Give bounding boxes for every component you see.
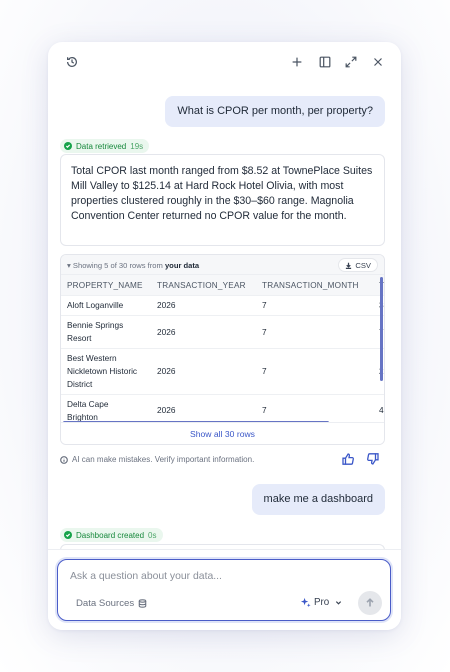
table-row: Aloft Loganville 2026 7 3	[61, 296, 384, 316]
table-cell: 7	[262, 327, 267, 337]
table-vertical-scrollbar[interactable]	[380, 277, 383, 381]
column-header[interactable]: TRANSACTION_MONTH	[262, 279, 359, 292]
table-header-row: PROPERTY_NAME TRANSACTION_YEAR TRANSACTI…	[61, 275, 384, 296]
table-cell: 2026	[157, 300, 176, 310]
table-cell: 7	[262, 405, 267, 415]
disclaimer-text: AI can make mistakes. Verify important i…	[72, 455, 255, 464]
status-label: Dashboard created	[76, 530, 145, 540]
arrow-up-icon	[365, 598, 375, 608]
chat-composer: Data Sources Pro	[57, 559, 391, 621]
close-icon[interactable]	[370, 54, 386, 70]
table-cell: 7	[262, 300, 267, 310]
results-table[interactable]: PROPERTY_NAME TRANSACTION_YEAR TRANSACTI…	[61, 275, 384, 424]
mode-label: Pro	[314, 597, 330, 608]
column-header[interactable]: TRANSACTION_YEAR	[157, 279, 246, 292]
table-cell: 7	[262, 366, 267, 376]
send-button[interactable]	[358, 591, 382, 615]
sparkle-icon	[300, 597, 311, 608]
table-caption[interactable]: ▾ Showing 5 of 30 rows from your data	[67, 261, 199, 270]
mode-select[interactable]: Pro	[300, 597, 342, 608]
table-cell: 2026	[157, 327, 176, 337]
check-icon	[64, 142, 72, 150]
table-cell: Aloft Loganville	[67, 300, 124, 310]
chevron-down-icon	[335, 599, 342, 606]
data-sources-button[interactable]: Data Sources	[76, 598, 147, 609]
status-badge: Data retrieved 19s	[60, 139, 150, 153]
check-icon	[64, 531, 72, 539]
expand-icon[interactable]	[343, 54, 359, 70]
status-badge: Dashboard created 0s	[60, 528, 163, 542]
sidebar-panel-icon[interactable]	[317, 54, 333, 70]
status-time: 0s	[148, 530, 157, 540]
download-csv-button[interactable]: CSV	[338, 258, 378, 272]
chat-panel: What is CPOR per month, per property? Da…	[48, 42, 401, 630]
table-cell: 2026	[157, 366, 176, 376]
chat-input[interactable]	[70, 568, 350, 584]
table-row: Best Western Nickletown Historic Distric…	[61, 349, 384, 395]
table-cell: Bennie Springs Resort	[67, 320, 124, 343]
table-cell: Best Western Nickletown Historic Distric…	[67, 353, 138, 389]
status-label: Data retrieved	[76, 141, 127, 151]
column-header[interactable]: PROPERTY_NAME	[67, 279, 143, 292]
table-row: Delta Cape Brighton 2026 7 4	[61, 395, 384, 424]
composer-area: Data Sources Pro	[48, 549, 401, 630]
user-message: What is CPOR per month, per property?	[165, 96, 385, 128]
thumbs-down-icon[interactable]	[366, 452, 380, 466]
thumbs-up-icon[interactable]	[341, 452, 355, 466]
table-caption-bar: ▾ Showing 5 of 30 rows from your data CS…	[61, 255, 384, 275]
data-sources-label: Data Sources	[76, 598, 135, 609]
assistant-answer: Total CPOR last month ranged from $8.52 …	[60, 154, 385, 246]
ai-disclaimer: AI can make mistakes. Verify important i…	[60, 455, 254, 464]
table-cell: 4	[379, 405, 384, 415]
table-row: Bennie Springs Resort 2026 7 7	[61, 316, 384, 349]
database-icon	[138, 599, 147, 608]
user-message: make me a dashboard	[251, 484, 385, 516]
results-table-card: ▾ Showing 5 of 30 rows from your data CS…	[60, 254, 385, 445]
info-icon	[60, 455, 68, 464]
csv-label: CSV	[355, 260, 371, 270]
show-all-rows-button[interactable]: Show all 30 rows	[61, 422, 384, 444]
status-time: 19s	[130, 141, 144, 151]
download-icon	[345, 262, 352, 269]
plus-icon[interactable]	[289, 54, 305, 70]
history-icon[interactable]	[64, 54, 80, 70]
table-cell: 2026	[157, 405, 176, 415]
chat-toolbar	[48, 42, 401, 82]
